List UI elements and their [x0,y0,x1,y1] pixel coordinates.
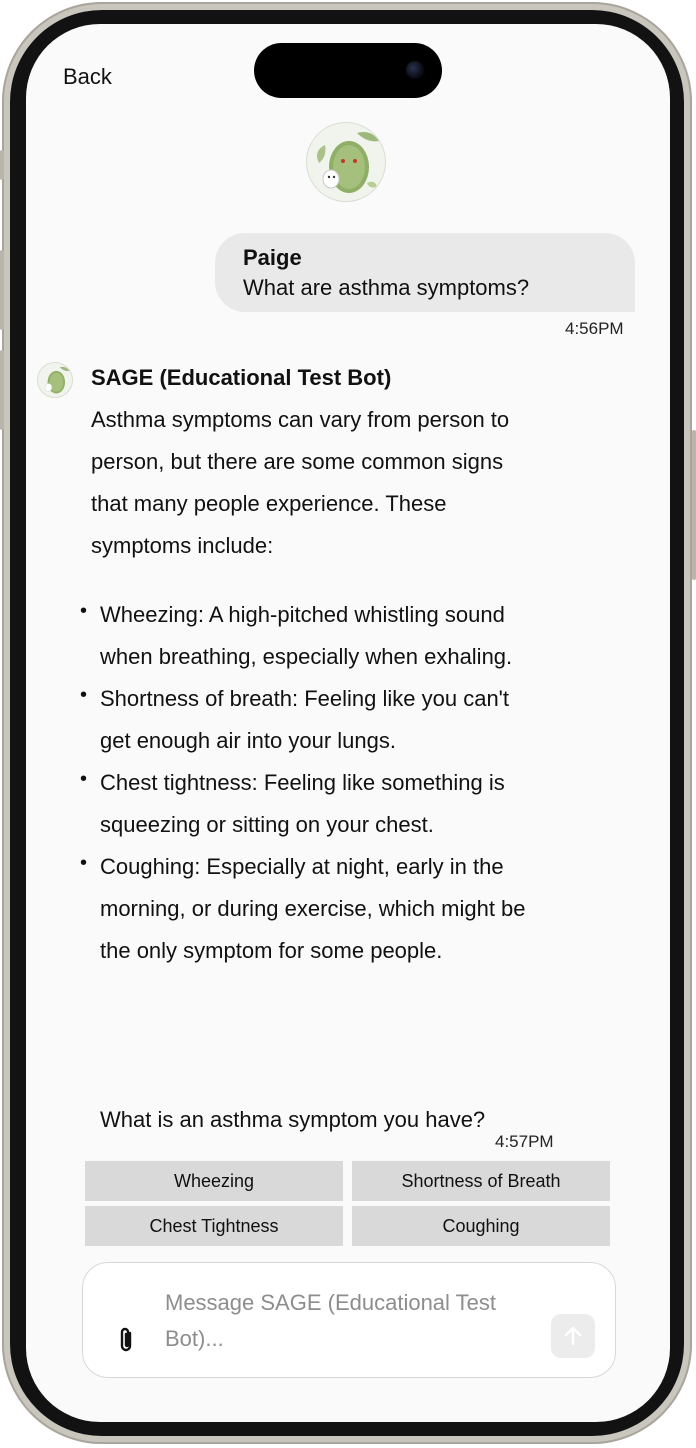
list-item: Wheezing: A high-pitched whistling sound… [80,590,531,678]
action-button [0,150,4,180]
list-item: Coughing: Especially at night, early in … [80,842,531,972]
power-button [692,430,696,580]
message-composer: Message SAGE (Educational Test Bot)... [82,1262,616,1378]
user-message-bubble: Paige What are asthma symptoms? [215,233,635,312]
quick-replies: Wheezing Shortness of Breath Chest Tight… [85,1161,610,1246]
plant-creature-avatar-icon [44,366,70,394]
app-screen: Back Paige What are asthma symptoms? 4:5… [26,24,670,1422]
list-item: Chest tightness: Feeling like something … [80,758,531,846]
back-button[interactable]: Back [63,64,112,90]
message-input[interactable]: Message SAGE (Educational Test Bot)... [165,1285,545,1357]
symptom-list: Wheezing: A high-pitched whistling sound… [80,590,531,972]
quick-reply-chest-tightness[interactable]: Chest Tightness [85,1206,343,1246]
user-name: Paige [243,245,302,270]
paperclip-icon[interactable] [115,1325,137,1355]
bot-avatar-large [306,122,386,202]
dynamic-island [254,43,442,98]
list-item: Shortness of breath: Feeling like you ca… [80,674,531,762]
bot-name: SAGE (Educational Test Bot) [91,365,392,390]
user-message-time: 4:56PM [565,319,624,338]
bot-avatar-small [37,362,73,398]
volume-up-button [0,250,4,330]
bot-message-intro: Asthma symptoms can vary from person to … [91,407,510,558]
send-button[interactable] [551,1314,595,1358]
quick-reply-coughing[interactable]: Coughing [352,1206,610,1246]
user-message-text: What are asthma symptoms? [243,275,530,300]
bot-question: What is an asthma symptom you have? [100,1107,486,1132]
arrow-up-icon [564,1326,582,1346]
front-camera-icon [406,61,424,79]
quick-reply-wheezing[interactable]: Wheezing [85,1161,343,1201]
bot-message-time: 4:57PM [495,1132,554,1151]
plant-creature-avatar-icon [317,132,379,193]
quick-reply-shortness-of-breath[interactable]: Shortness of Breath [352,1161,610,1201]
volume-down-button [0,350,4,430]
